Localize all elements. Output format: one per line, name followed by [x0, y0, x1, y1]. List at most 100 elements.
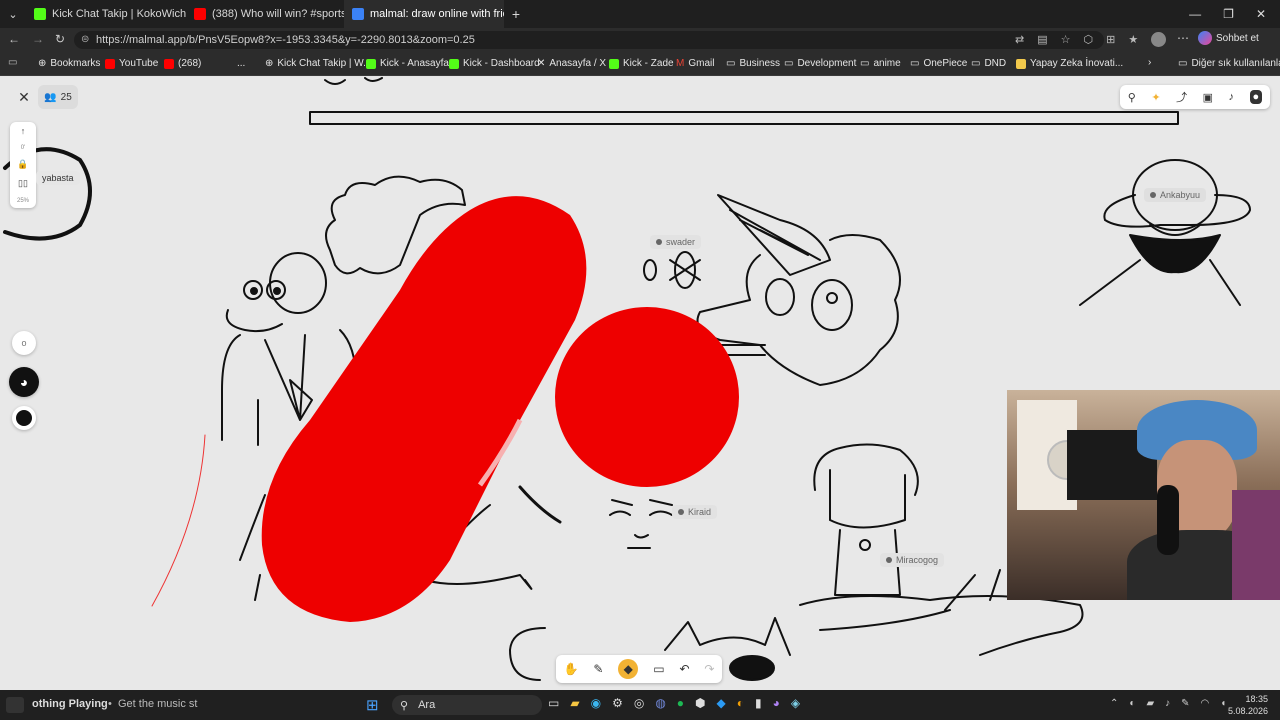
search-icon[interactable]: ⚲	[1128, 91, 1136, 104]
cursor-label: Ankabyuu	[1144, 188, 1207, 202]
widgets-icon[interactable]	[6, 697, 24, 713]
brush-size-button[interactable]: o	[12, 331, 36, 355]
bookmark-folder[interactable]: ▭ anime	[860, 58, 901, 69]
file-explorer-icon[interactable]: ▰	[570, 696, 579, 710]
extensions-icon[interactable]: ⬡	[1084, 33, 1094, 46]
palette-icon[interactable]: ◕	[9, 367, 39, 397]
redo-icon[interactable]: ↷	[704, 662, 714, 676]
cursor-label: Kiraid	[672, 505, 718, 519]
rectangle-icon[interactable]: ▭	[653, 662, 664, 676]
pencil-icon[interactable]: ✎	[593, 662, 603, 676]
windows-start-icon[interactable]: ⊞	[366, 696, 379, 714]
bookmark-label: Gmail	[688, 58, 715, 69]
bookmark-item[interactable]: Kick - Zade	[609, 58, 674, 69]
youtube-icon	[164, 58, 174, 69]
tab-youtube[interactable]: (388) Who will win? #sports #ufc # ×	[186, 0, 344, 28]
folder-icon: ▭	[726, 58, 736, 69]
folder-icon: ▭	[971, 58, 981, 69]
color-swatch-button[interactable]	[12, 406, 36, 430]
eraser-icon[interactable]: ◆	[618, 659, 639, 679]
layout-icon[interactable]: ▯▯	[18, 178, 28, 189]
close-board-button[interactable]: ✕	[12, 85, 36, 109]
tray-icon[interactable]: ◐	[1129, 698, 1135, 709]
drawing-canvas[interactable]: ✕ 👥 25 ↑ 0' 🔒 ▯▯ 25% yabasta o ◕ ⚲ ✦ ⤴ ▣…	[0, 77, 1280, 690]
github-icon[interactable]: ◕	[773, 696, 780, 710]
bookmark-item[interactable]: Kick - Anasayfa	[366, 58, 449, 69]
tab-malmal[interactable]: malmal: draw online with friends ×	[344, 0, 504, 28]
site-info-icon[interactable]: ⊜	[81, 31, 89, 49]
close-window-icon[interactable]: ✕	[1256, 7, 1266, 21]
bookmark-item[interactable]: ⊕ Kick Chat Takip | W...	[265, 58, 372, 69]
bookmark-item[interactable]: ✕ Anasayfa / X	[537, 58, 606, 69]
reader-icon[interactable]: ▤	[1037, 33, 1047, 46]
hand-icon[interactable]: ✋	[563, 662, 578, 676]
bookmark-folder[interactable]: ▭ Development	[784, 58, 856, 69]
favorites-icon[interactable]: ★	[1128, 33, 1138, 46]
task-view-icon[interactable]: ▭	[548, 696, 559, 710]
clock-date: 5.08.2026	[1227, 706, 1268, 716]
pen-icon[interactable]: ✎	[1181, 698, 1189, 709]
edge-icon[interactable]: ◉	[591, 696, 601, 710]
bookmark-item[interactable]: M Gmail	[676, 58, 714, 69]
profile-icon[interactable]: ●	[1249, 90, 1263, 104]
collections-icon[interactable]: ▭	[8, 57, 17, 68]
bookmark-folder[interactable]: ▭ DND	[971, 58, 1006, 69]
folder-icon: ▭	[860, 58, 870, 69]
translate-icon[interactable]: ⇄	[1015, 33, 1024, 46]
bookmark-item[interactable]: (268)	[164, 58, 201, 69]
share-icon[interactable]: ⤴	[1176, 89, 1187, 105]
copilot-button[interactable]: Sohbet et	[1198, 31, 1259, 45]
bookmark-item[interactable]: Yapay Zeka İnovati...	[1016, 58, 1123, 69]
bookmark-label: Kick - Zade	[623, 58, 674, 69]
blender-icon[interactable]: ◐	[737, 696, 744, 710]
bookmark-item[interactable]: ⊕ Bookmarks	[38, 58, 100, 69]
back-icon[interactable]: ←	[8, 32, 20, 46]
app-icon[interactable]: ◈	[791, 696, 800, 710]
bookmark-folder[interactable]: ▭ Business	[726, 58, 780, 69]
cursor-label: yabasta	[36, 171, 80, 185]
new-tab-button[interactable]: +	[504, 0, 528, 28]
user-count-badge[interactable]: 👥 25	[38, 85, 78, 109]
avatar[interactable]	[1151, 32, 1166, 47]
tab-label: (388) Who will win? #sports #ufc #	[212, 8, 344, 20]
pointer-icon[interactable]: ✦	[1151, 91, 1160, 104]
url-field[interactable]: ⊜ https://malmal.app/b/PnsV5Eopw8?x=-195…	[74, 31, 1104, 49]
undo-icon[interactable]: ↶	[679, 662, 689, 676]
tray-icon[interactable]: ▰	[1146, 698, 1154, 709]
steam-icon[interactable]: ⚙	[612, 696, 623, 710]
other-bookmarks[interactable]: ▭ Diğer sık kullanılanlar	[1178, 58, 1280, 69]
discord-icon[interactable]: ◍	[655, 696, 665, 710]
app-icon[interactable]: ⬢	[695, 696, 705, 710]
bookmark-folder[interactable]: ▭ OnePiece	[910, 58, 967, 69]
kick-icon	[609, 58, 619, 69]
bookmark-item[interactable]: YouTube	[105, 58, 158, 69]
bookmark-item[interactable]: ...	[237, 58, 245, 69]
vscode-icon[interactable]: ◆	[717, 696, 726, 710]
chat-icon[interactable]: ▣	[1203, 91, 1213, 104]
chevron-up-icon[interactable]: ⌃	[1110, 698, 1118, 709]
bookmark-label: Bookmarks	[50, 58, 101, 69]
restore-icon[interactable]: ❐	[1223, 7, 1234, 21]
mic-icon[interactable]: ♪	[1165, 698, 1170, 709]
clock[interactable]: 18:35 5.08.2026	[1218, 693, 1268, 717]
minimize-icon[interactable]: —	[1189, 7, 1201, 21]
split-screen-icon[interactable]: ⊞	[1106, 33, 1115, 46]
more-icon[interactable]: ⋯	[1177, 31, 1189, 45]
chrome-icon[interactable]: ◎	[634, 696, 644, 710]
notepad-icon[interactable]: ▮	[755, 696, 762, 710]
reload-icon[interactable]: ↻	[55, 32, 65, 46]
bookmark-item[interactable]: Kick - Dashboard	[449, 58, 540, 69]
lock-icon[interactable]: 🔒	[17, 159, 28, 170]
globe-icon: ⊕	[265, 58, 274, 69]
kick-icon	[366, 58, 376, 69]
forward-icon[interactable]: →	[32, 32, 44, 46]
arrow-up-icon[interactable]: ↑	[21, 126, 26, 136]
spotify-icon[interactable]: ●	[677, 696, 684, 710]
favorite-icon[interactable]: ☆	[1061, 33, 1071, 46]
bell-icon[interactable]: ♪	[1229, 91, 1235, 103]
tab-kick-chat[interactable]: Kick Chat Takip | KokoWich ×	[26, 0, 186, 28]
chevron-right-icon[interactable]: ›	[1148, 57, 1151, 68]
wifi-icon[interactable]: ◠	[1201, 698, 1210, 709]
tab-list-button[interactable]: ⌄	[0, 0, 26, 28]
search-input[interactable]: ⚲ Ara	[392, 695, 542, 715]
